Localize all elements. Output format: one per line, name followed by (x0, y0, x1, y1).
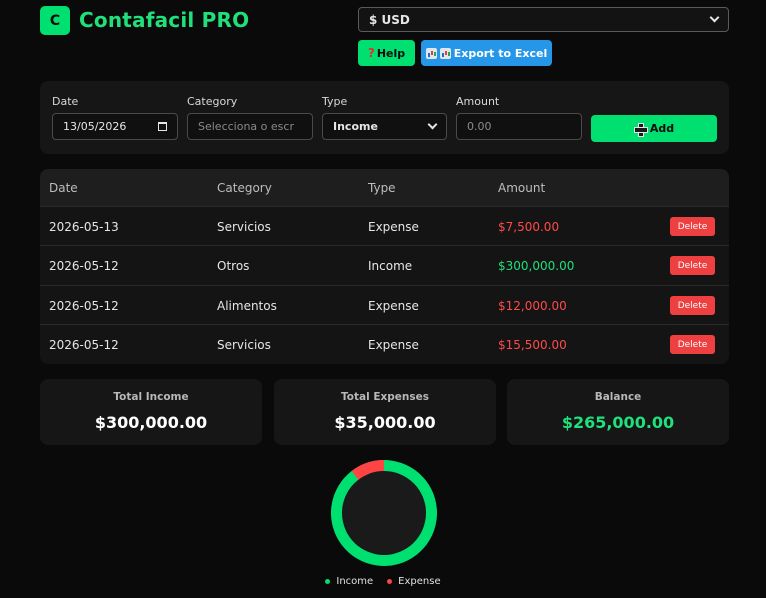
plus-icon (633, 122, 648, 137)
add-button-label: Add (649, 122, 675, 135)
expense-dot-icon (387, 579, 393, 584)
legend-item-expense[interactable]: Expense (387, 576, 441, 587)
currency-select[interactable]: $ USD (358, 7, 729, 32)
table-row: 2026-05-13 Servicios Expense $7,500.00 D… (40, 206, 729, 245)
type-value: Income (333, 120, 378, 133)
total-income-card: Total Income $300,000.00 (40, 379, 262, 445)
legend-item-income[interactable]: Income (325, 576, 373, 587)
row-type: Expense (368, 220, 419, 234)
row-date: 2026-05-12 (49, 259, 119, 273)
total-expenses-value: $35,000.00 (334, 413, 436, 432)
header-type: Type (368, 181, 396, 195)
row-type: Expense (368, 338, 419, 352)
table-row: 2026-05-12 Otros Income $300,000.00 Dele… (40, 245, 729, 284)
total-expenses-label: Total Expenses (340, 391, 430, 403)
app-logo: C (40, 6, 70, 35)
balance-label: Balance (594, 391, 642, 403)
logo-letter: C (49, 12, 61, 29)
row-category: Otros (217, 259, 250, 273)
chevron-down-icon (709, 12, 720, 23)
amount-input[interactable]: 0.00 (456, 113, 582, 140)
date-value: 13/05/2026 (63, 120, 127, 133)
add-button[interactable]: Add (591, 115, 717, 142)
total-income-label: Total Income (113, 391, 189, 403)
delete-button[interactable]: Delete (670, 296, 715, 315)
income-expense-donut-chart (331, 460, 437, 566)
date-input[interactable]: 13/05/2026 (52, 113, 178, 140)
row-amount: $7,500.00 (498, 220, 560, 234)
delete-button[interactable]: Delete (670, 217, 715, 236)
row-category: Servicios (217, 220, 271, 234)
row-type: Income (368, 259, 413, 273)
type-select[interactable]: Income (322, 113, 447, 140)
category-label: Category (187, 95, 238, 108)
calendar-icon[interactable] (158, 122, 167, 131)
legend-expense-label: Expense (398, 576, 441, 587)
delete-button[interactable]: Delete (670, 335, 715, 354)
help-button[interactable]: ? Help (358, 40, 415, 66)
table-row: 2026-05-12 Servicios Expense $15,500.00 … (40, 324, 729, 363)
row-category: Alimentos (217, 299, 277, 313)
header-category: Category (217, 181, 272, 195)
header-amount: Amount (498, 181, 546, 195)
delete-button[interactable]: Delete (670, 256, 715, 275)
transactions-table: Date Category Type Amount 2026-05-13 Ser… (40, 169, 729, 364)
export-button-label: Export to Excel (453, 46, 548, 60)
header-date: Date (49, 181, 78, 195)
currency-value: $ USD (369, 12, 410, 27)
category-placeholder: Selecciona o escr (198, 120, 294, 133)
help-button-label: Help (376, 46, 406, 60)
row-amount: $12,000.00 (498, 299, 567, 313)
transaction-form: Date 13/05/2026 Category Selecciona o es… (40, 81, 729, 154)
bar-chart-icon (439, 47, 451, 59)
table-row: 2026-05-12 Alimentos Expense $12,000.00 … (40, 285, 729, 324)
export-excel-button[interactable]: Export to Excel (421, 40, 552, 66)
chart-legend: Income Expense (0, 576, 766, 587)
row-amount: $300,000.00 (498, 259, 575, 273)
row-date: 2026-05-13 (49, 220, 119, 234)
bar-chart-icon (425, 47, 437, 59)
legend-income-label: Income (336, 576, 374, 587)
category-input[interactable]: Selecciona o escr (187, 113, 313, 140)
amount-label: Amount (456, 95, 500, 108)
total-income-value: $300,000.00 (94, 413, 208, 432)
donut-center (342, 471, 426, 555)
row-amount: $15,500.00 (498, 338, 567, 352)
type-label: Type (322, 95, 348, 108)
row-category: Servicios (217, 338, 271, 352)
table-header: Date Category Type Amount (40, 169, 729, 206)
app-title: Contafacil PRO (79, 8, 250, 32)
date-label: Date (52, 95, 79, 108)
income-dot-icon (325, 579, 331, 584)
row-type: Expense (368, 299, 419, 313)
question-mark-icon: ? (367, 46, 375, 60)
chevron-down-icon (427, 119, 438, 130)
balance-card: Balance $265,000.00 (507, 379, 729, 445)
row-date: 2026-05-12 (49, 338, 119, 352)
row-date: 2026-05-12 (49, 299, 119, 313)
amount-placeholder: 0.00 (467, 120, 492, 133)
balance-value: $265,000.00 (561, 413, 675, 432)
total-expenses-card: Total Expenses $35,000.00 (274, 379, 496, 445)
